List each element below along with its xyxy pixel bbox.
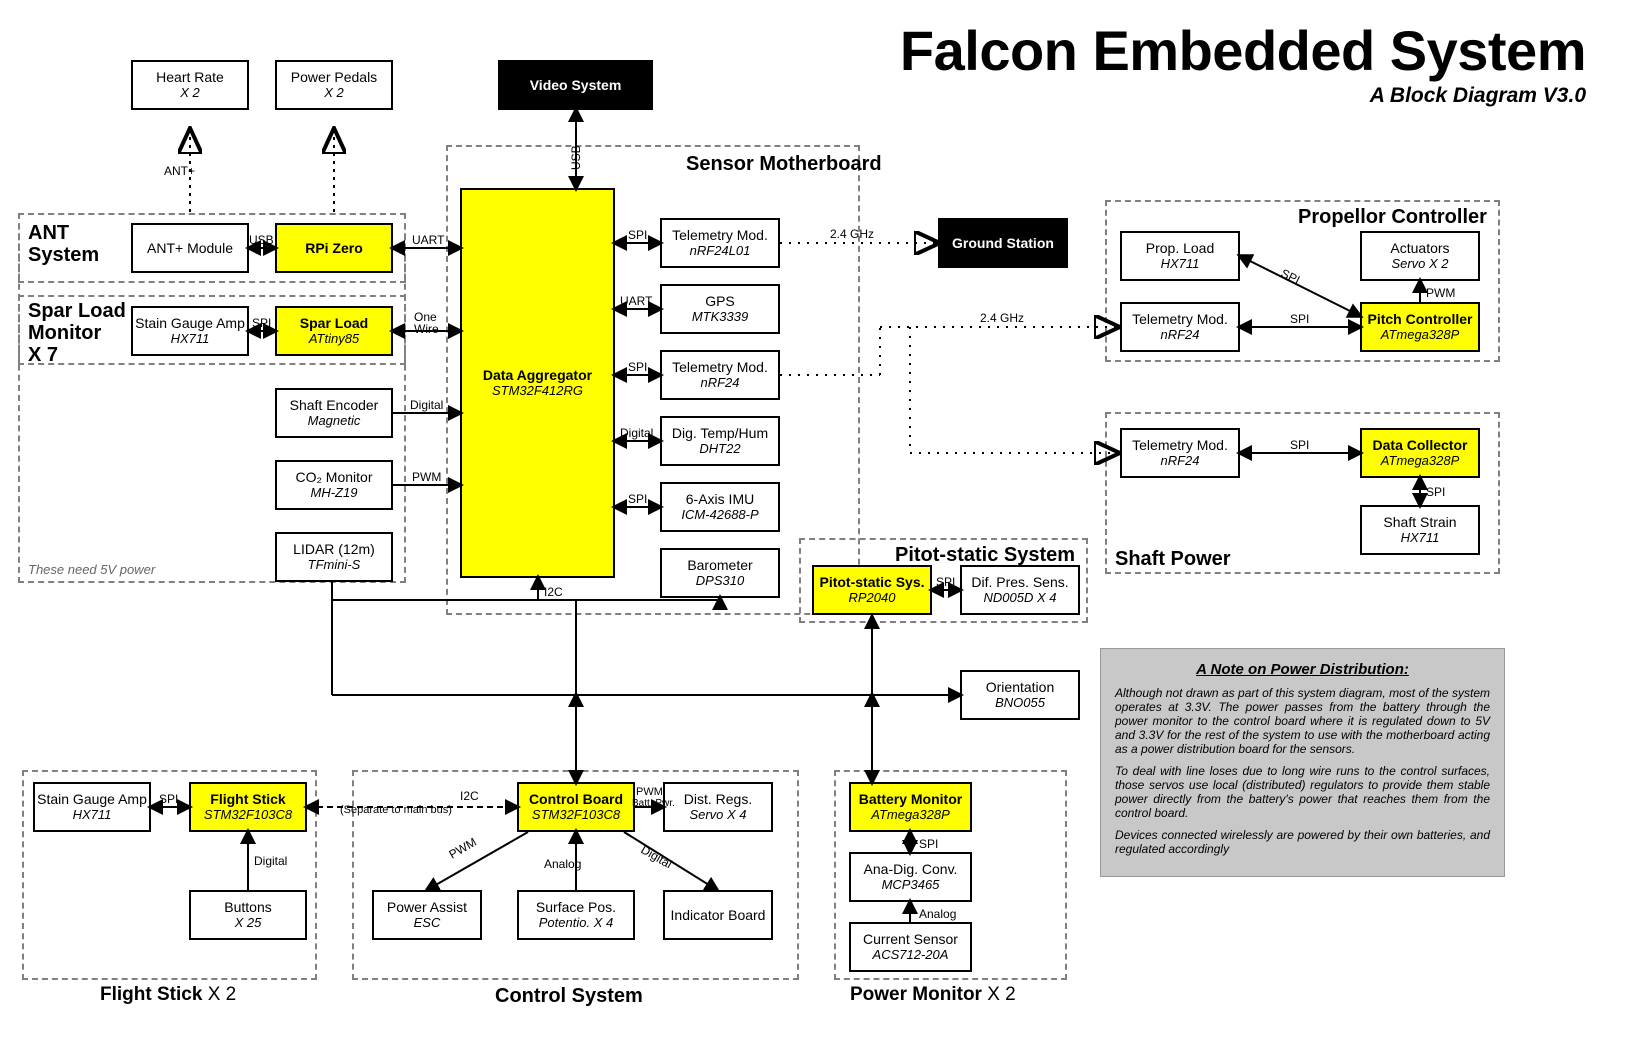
svg-text:Digital: Digital bbox=[254, 854, 287, 868]
svg-text:Wire: Wire bbox=[414, 322, 439, 336]
connectors-layer: ANT+ USB UART SPI OneWire Digital PWM US… bbox=[0, 0, 1632, 1056]
svg-text:Digital: Digital bbox=[620, 426, 653, 440]
svg-text:SPI: SPI bbox=[159, 792, 178, 806]
svg-text:SPI: SPI bbox=[628, 228, 647, 242]
svg-text:SPI: SPI bbox=[252, 316, 271, 330]
svg-text:2.4 GHz: 2.4 GHz bbox=[980, 311, 1024, 325]
svg-text:ANT+: ANT+ bbox=[164, 164, 195, 178]
svg-text:Analog: Analog bbox=[919, 907, 956, 921]
svg-text:SPI: SPI bbox=[919, 837, 938, 851]
svg-text:I2C: I2C bbox=[460, 789, 479, 803]
svg-text:SPI: SPI bbox=[1426, 485, 1445, 499]
svg-text:UART: UART bbox=[412, 233, 445, 247]
svg-text:PWM: PWM bbox=[412, 470, 441, 484]
svg-text:SPI: SPI bbox=[628, 360, 647, 374]
svg-text:Analog: Analog bbox=[544, 857, 581, 871]
svg-text:PWM: PWM bbox=[636, 786, 663, 798]
svg-text:SPI: SPI bbox=[1290, 438, 1309, 452]
svg-text:UART: UART bbox=[620, 294, 653, 308]
svg-text:USB: USB bbox=[249, 233, 274, 247]
svg-text:Digital: Digital bbox=[639, 842, 675, 871]
svg-text:SPI: SPI bbox=[1279, 266, 1303, 287]
svg-text:Digital: Digital bbox=[410, 398, 443, 412]
svg-text:PWM: PWM bbox=[447, 835, 479, 862]
svg-text:2.4 GHz: 2.4 GHz bbox=[830, 227, 874, 241]
svg-text:I2C: I2C bbox=[544, 585, 563, 599]
svg-text:SPI: SPI bbox=[1290, 312, 1309, 326]
svg-text:USB: USB bbox=[569, 145, 583, 170]
svg-text:SPI: SPI bbox=[936, 575, 955, 589]
svg-text:(Separate to main bus): (Separate to main bus) bbox=[340, 804, 452, 816]
svg-text:SPI: SPI bbox=[628, 492, 647, 506]
svg-text:PWM: PWM bbox=[1426, 286, 1455, 300]
svg-text:Batt. Pwr.: Batt. Pwr. bbox=[632, 798, 675, 809]
